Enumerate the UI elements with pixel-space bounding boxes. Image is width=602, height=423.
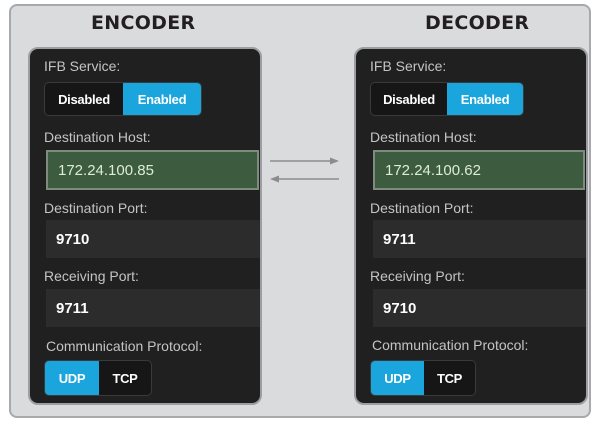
- decoder-heading: DECODER: [425, 12, 530, 34]
- destination-host-field[interactable]: 172.24.100.62: [373, 150, 585, 190]
- ifb-disabled-option[interactable]: Disabled: [371, 83, 447, 115]
- ifb-disabled-option[interactable]: Disabled: [45, 83, 123, 115]
- ifb-service-label: IFB Service:: [370, 58, 447, 74]
- ifb-service-toggle: Disabled Enabled: [370, 82, 524, 116]
- receiving-port-label: Receiving Port:: [370, 268, 465, 284]
- receiving-port-field[interactable]: 9710: [373, 289, 586, 327]
- protocol-udp-option[interactable]: UDP: [371, 361, 424, 395]
- destination-port-field[interactable]: 9711: [373, 220, 586, 258]
- ifb-service-toggle: Disabled Enabled: [44, 82, 202, 116]
- protocol-udp-option[interactable]: UDP: [45, 361, 99, 395]
- receiving-port-label: Receiving Port:: [44, 268, 139, 284]
- destination-host-field[interactable]: 172.24.100.85: [46, 150, 259, 190]
- protocol-tcp-option[interactable]: TCP: [424, 361, 475, 395]
- destination-port-label: Destination Port:: [44, 200, 148, 216]
- destination-host-label: Destination Host:: [370, 129, 477, 145]
- ifb-service-label: IFB Service:: [44, 58, 121, 74]
- destination-port-label: Destination Port:: [370, 200, 474, 216]
- protocol-toggle: UDP TCP: [370, 360, 476, 396]
- encoder-heading: ENCODER: [91, 12, 196, 34]
- destination-port-field[interactable]: 9710: [46, 220, 260, 258]
- communication-protocol-label: Communication Protocol:: [46, 338, 203, 354]
- protocol-toggle: UDP TCP: [44, 360, 152, 396]
- decoder-panel: IFB Service: Disabled Enabled Destinatio…: [354, 47, 588, 405]
- destination-host-label: Destination Host:: [44, 129, 151, 145]
- ifb-enabled-option[interactable]: Enabled: [123, 83, 201, 115]
- protocol-tcp-option[interactable]: TCP: [99, 361, 151, 395]
- communication-protocol-label: Communication Protocol:: [372, 337, 529, 353]
- ifb-enabled-option[interactable]: Enabled: [447, 83, 523, 115]
- encoder-panel: IFB Service: Disabled Enabled Destinatio…: [28, 47, 262, 405]
- bidirectional-arrows-icon: [270, 157, 339, 183]
- receiving-port-field[interactable]: 9711: [46, 289, 260, 327]
